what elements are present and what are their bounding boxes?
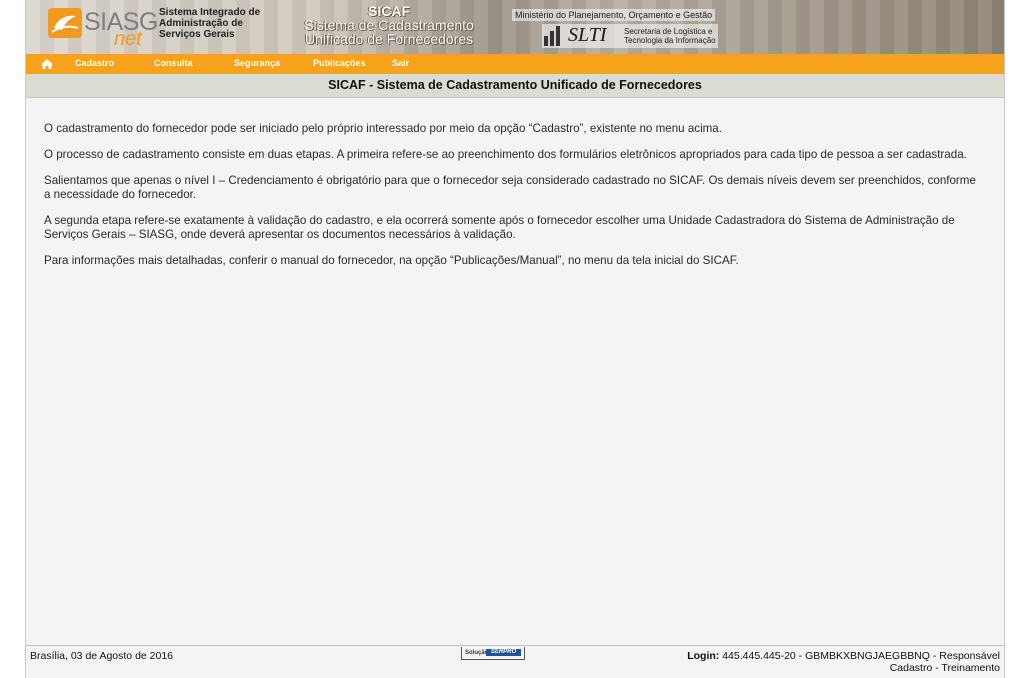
siasg-subtitle-line: Serviços Gerais bbox=[159, 29, 235, 40]
sicaf-banner-subtitle-1: Sistema de Cadastramento bbox=[304, 17, 474, 33]
menu-item-consulta[interactable]: Consulta bbox=[154, 58, 193, 68]
siasg-logo-net: net bbox=[114, 28, 142, 50]
main-menu: Cadastro Consulta Segurança Publicações … bbox=[26, 54, 1004, 74]
serpro-logo: Solução SERPRO bbox=[461, 647, 525, 660]
slti-bars-icon bbox=[544, 26, 566, 46]
header-banner: SIASG net Sistema Integrado de Administr… bbox=[26, 0, 1004, 54]
login-line-2: Cadastro - Treinamento bbox=[889, 662, 1000, 674]
home-icon[interactable] bbox=[40, 57, 54, 71]
slti-logo-text: SLTI bbox=[568, 24, 607, 46]
menu-item-sair[interactable]: Sair bbox=[392, 58, 409, 68]
slti-subtitle-line: Secretaria de Logística e bbox=[624, 27, 713, 36]
menu-item-seguranca[interactable]: Segurança bbox=[234, 58, 280, 68]
page-frame: SIASG net Sistema Integrado de Administr… bbox=[25, 0, 1005, 678]
serpro-brand: SERPRO bbox=[486, 649, 521, 656]
login-value: 445.445.445-20 - GBMBKXBNGJAEGBBNQ - Res… bbox=[722, 650, 1000, 662]
siasg-subtitle-line: Administração de bbox=[159, 18, 243, 29]
siasg-logo: SIASG net bbox=[48, 6, 158, 50]
sicaf-banner-subtitle-2: Unificado de Fornecedores bbox=[304, 31, 474, 47]
slti-logo: SLTI Secretaria de Logística e Tecnologi… bbox=[542, 24, 718, 48]
page-title: SICAF - Sistema de Cadastramento Unifica… bbox=[26, 74, 1004, 98]
login-info: Login: 445.445.445-20 - GBMBKXBNGJAEGBBN… bbox=[687, 650, 1000, 674]
sicaf-banner-title-main: SICAF bbox=[368, 3, 410, 19]
sicaf-banner-title: SICAF Sistema de Cadastramento Unificado… bbox=[294, 4, 484, 46]
siasg-subtitle: Sistema Integrado de Administração de Se… bbox=[159, 7, 269, 40]
content-paragraph: Salientamos que apenas o nível I – Crede… bbox=[44, 174, 976, 201]
slti-subtitle-line: Tecnologia da Informação bbox=[624, 36, 716, 45]
content-paragraph: Para informações mais detalhadas, confer… bbox=[44, 254, 739, 267]
content-paragraph: A segunda etapa refere-se exatamente à v… bbox=[44, 214, 955, 241]
footer-date: Brasília, 03 de Agosto de 2016 bbox=[30, 650, 174, 662]
content-paragraph: O processo de cadastramento consiste em … bbox=[44, 148, 967, 161]
siasg-subtitle-line: Sistema Integrado de bbox=[159, 7, 261, 18]
serpro-solution-label: Solução bbox=[465, 650, 489, 656]
login-label: Login: bbox=[687, 650, 720, 662]
main-content: O cadastramento do fornecedor pode ser i… bbox=[44, 122, 984, 280]
content-paragraph: O cadastramento do fornecedor pode ser i… bbox=[44, 122, 722, 135]
ministerio-label: Ministério do Planejamento, Orçamento e … bbox=[512, 9, 716, 21]
login-line-1: Login: 445.445.445-20 - GBMBKXBNGJAEGBBN… bbox=[687, 650, 1000, 662]
siasg-swirl-icon bbox=[48, 8, 82, 38]
menu-item-publicacoes[interactable]: Publicações bbox=[313, 58, 366, 68]
slti-subtitle: Secretaria de Logística e Tecnologia da … bbox=[624, 27, 716, 45]
menu-item-cadastro[interactable]: Cadastro bbox=[75, 58, 114, 68]
footer: Brasília, 03 de Agosto de 2016 Solução S… bbox=[26, 645, 1004, 678]
